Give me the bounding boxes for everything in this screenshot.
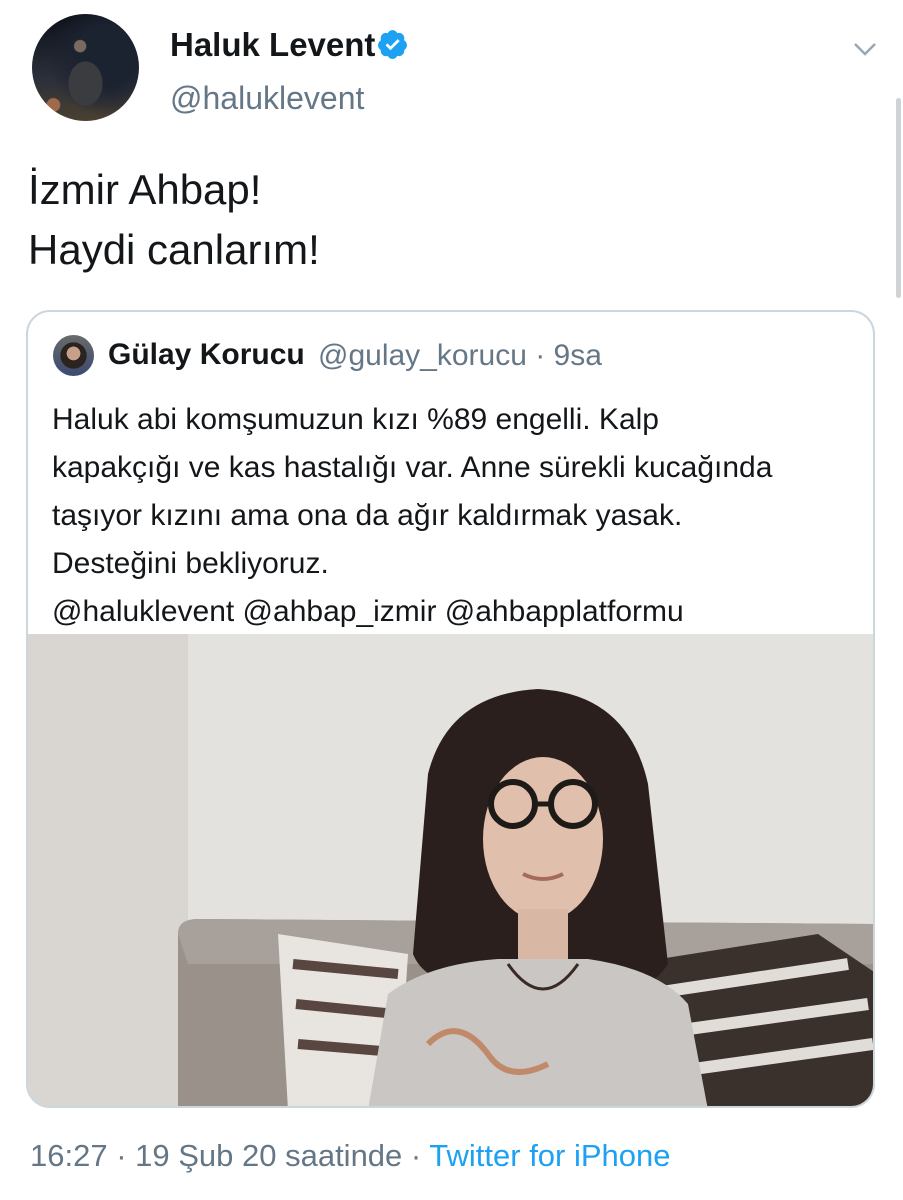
tweet-text: İzmir Ahbap! Haydi canlarım!	[28, 160, 858, 280]
quoted-author-name[interactable]: Gülay Korucu	[108, 338, 305, 372]
quoted-tweet-text: Haluk abi komşumuzun kızı %89 engelli. K…	[52, 396, 852, 636]
quoted-text-line: Desteğini bekliyoruz.	[52, 547, 329, 580]
tweet-header: Haluk Levent @haluklevent	[32, 14, 882, 124]
quoted-text-line[interactable]: @haluklevent @ahbap_izmir @ahbapplatform…	[52, 588, 852, 636]
quoted-text-line: Haluk abi komşumuzun kızı %89 engelli. K…	[52, 403, 659, 436]
quoted-text-line: kapakçığı ve kas hastalığı var. Anne sür…	[52, 451, 773, 484]
photo-illustration	[28, 634, 873, 1106]
quoted-author-meta: @gulay_korucu · 9sa	[318, 339, 602, 372]
verified-badge-icon	[378, 30, 407, 59]
scrollbar[interactable]	[896, 98, 901, 298]
tweet-text-line: İzmir Ahbap!	[28, 166, 262, 213]
author-avatar[interactable]	[32, 14, 139, 121]
quoted-text-line: taşıyor kızını ama ona da ağır kaldırmak…	[52, 499, 683, 532]
tweet-timestamp[interactable]: 16:27 · 19 Şub 20 saatinde ·	[30, 1138, 421, 1173]
tweet-footer: 16:27 · 19 Şub 20 saatinde · Twitter for…	[30, 1138, 671, 1174]
tweet-text-line: Haydi canlarım!	[28, 226, 320, 273]
author-name[interactable]: Haluk Levent	[170, 26, 375, 64]
tweet-source-link[interactable]: Twitter for iPhone	[429, 1138, 670, 1173]
quoted-author-avatar[interactable]	[53, 335, 94, 376]
quoted-tweet-card[interactable]: Gülay Korucu @gulay_korucu · 9sa Haluk a…	[26, 310, 875, 1108]
chevron-down-icon[interactable]	[850, 34, 880, 64]
author-handle[interactable]: @haluklevent	[170, 80, 364, 117]
quoted-tweet-photo[interactable]	[28, 634, 873, 1106]
